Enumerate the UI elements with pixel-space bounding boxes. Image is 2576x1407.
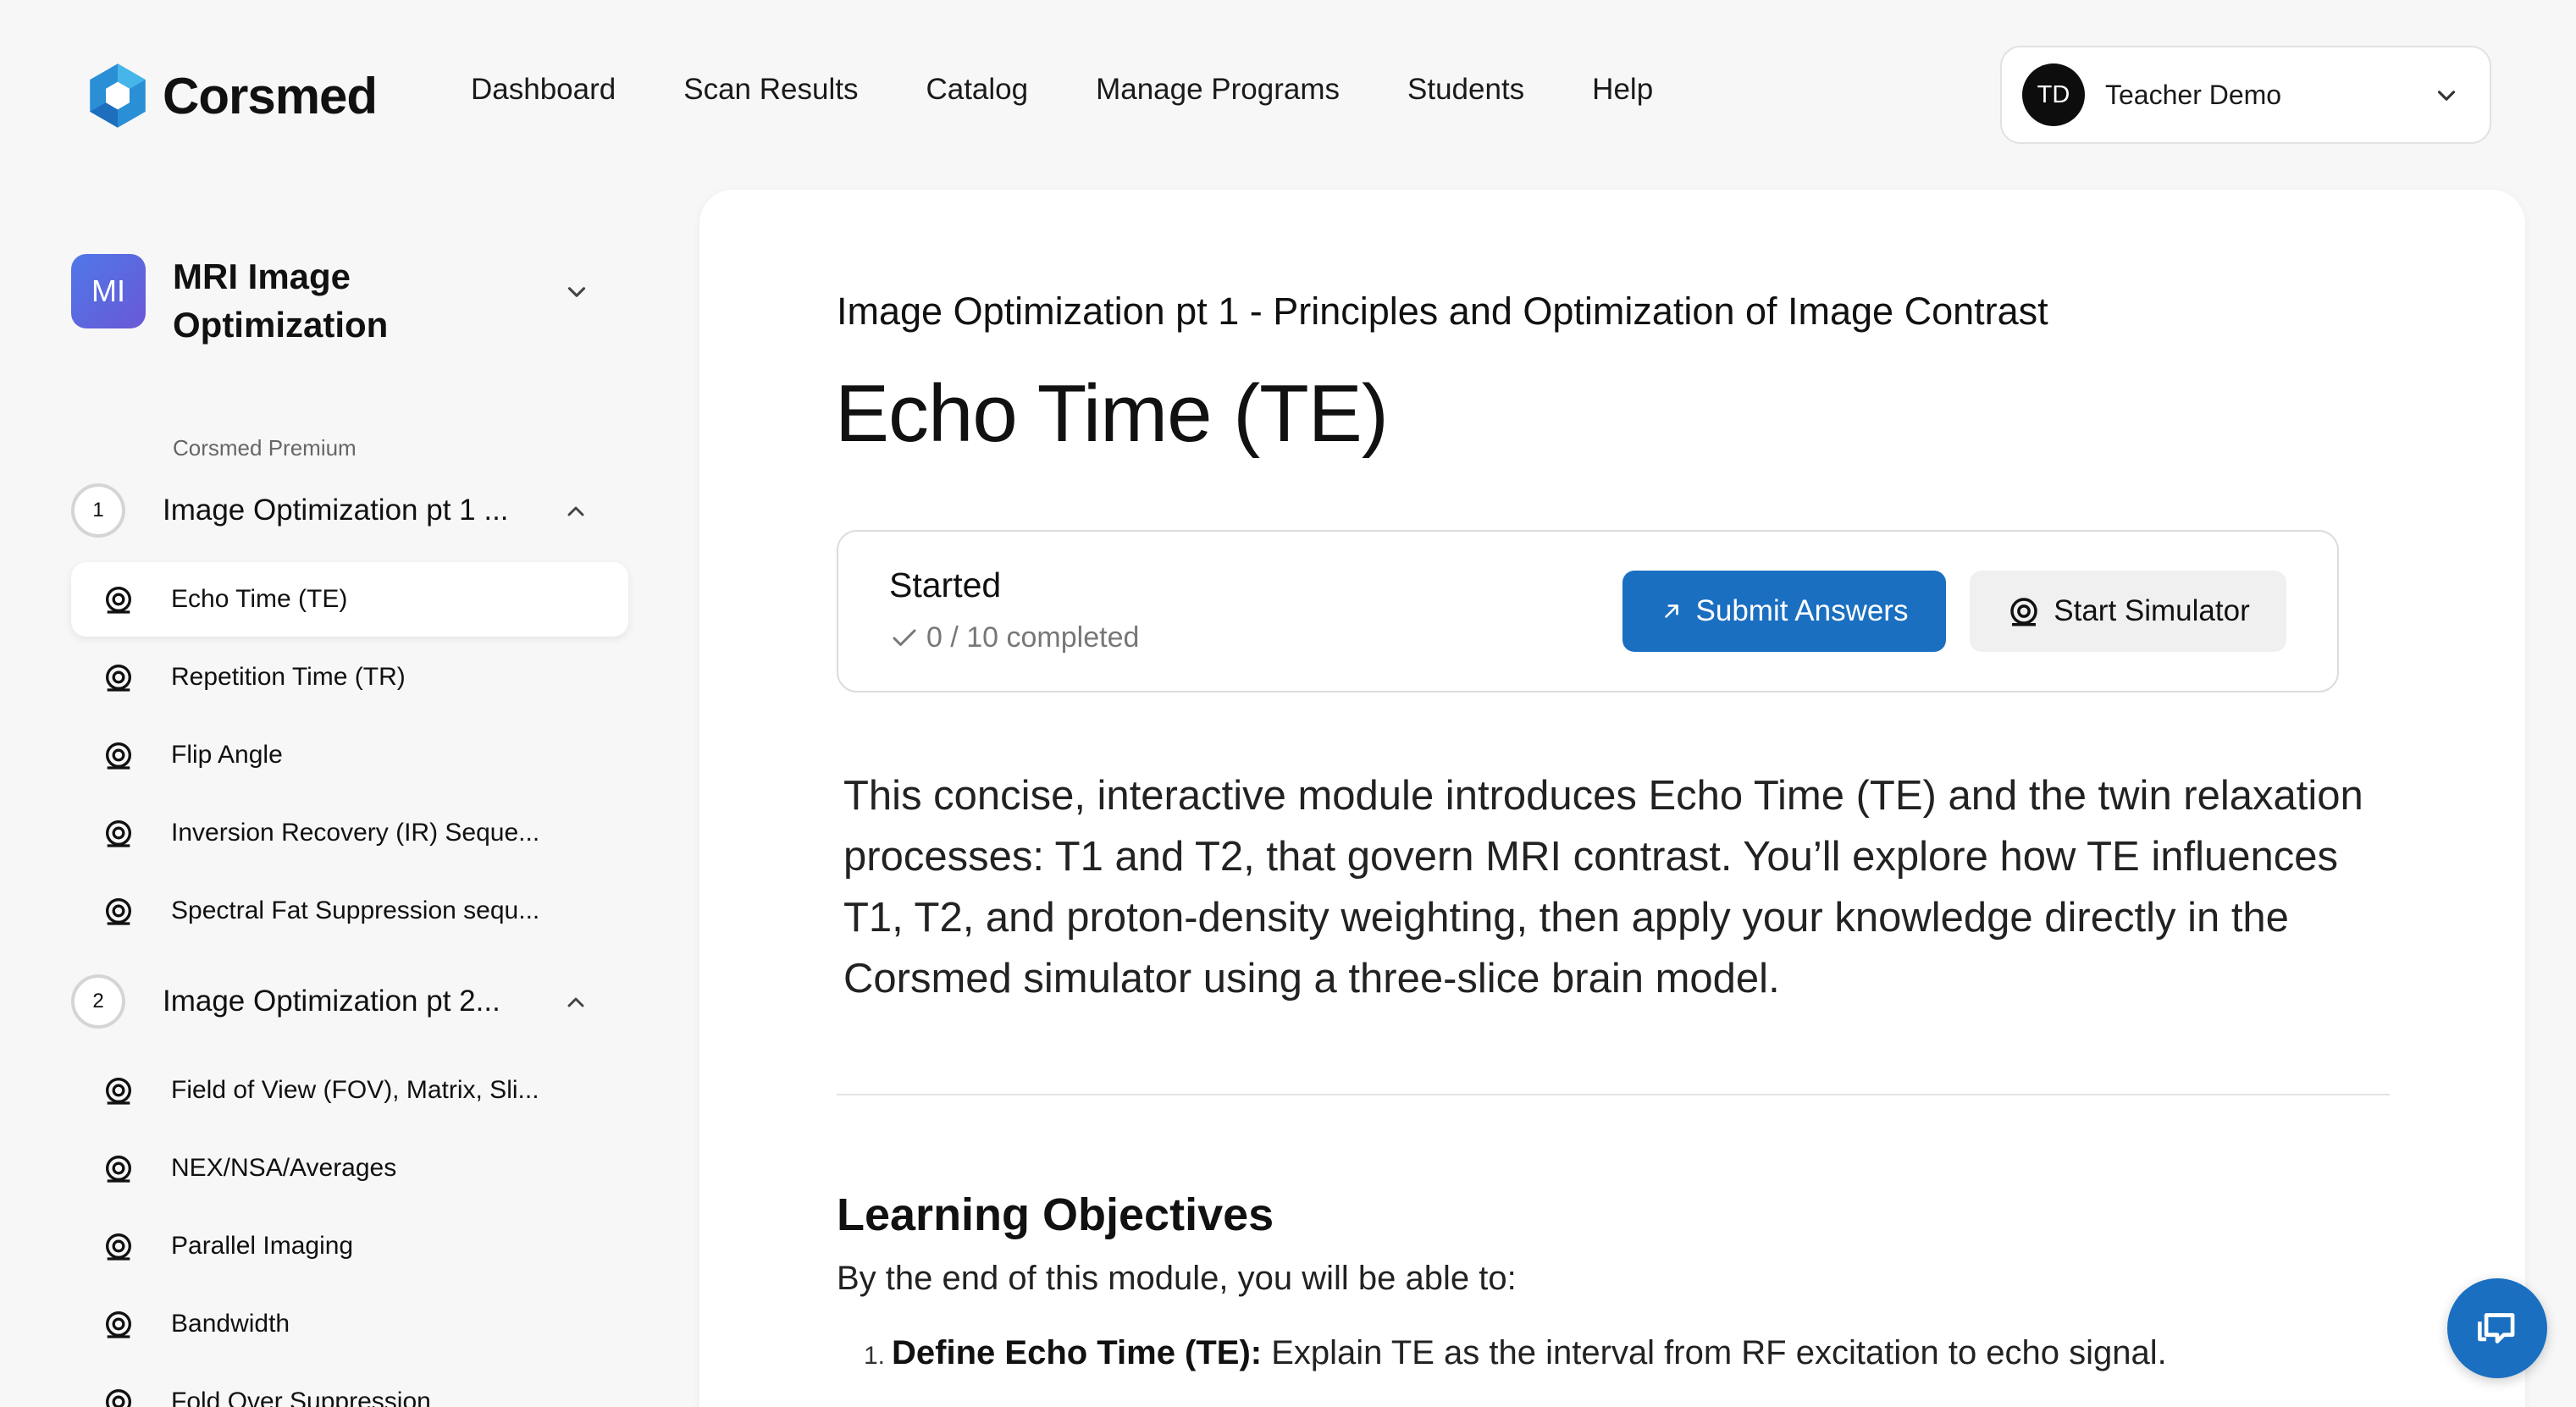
chevron-down-icon	[2437, 91, 2456, 101]
section-label: Image Optimization pt 1 ...	[163, 494, 509, 527]
program-subtitle: Corsmed Premium	[173, 435, 357, 461]
lesson-label: Spectral Fat Suppression sequ...	[171, 897, 540, 924]
program-badge: MI	[71, 254, 146, 328]
lesson-parallel-imaging[interactable]: Parallel Imaging	[71, 1209, 628, 1283]
submit-answers-button[interactable]: Submit Answers	[1622, 571, 1946, 652]
intro-paragraph: This concise, interactive module introdu…	[843, 773, 2363, 1001]
nav-help[interactable]: Help	[1592, 73, 1653, 107]
program-title: MRI Image Optimization	[173, 257, 389, 345]
objectives-heading: Learning Objectives	[837, 1189, 1274, 1240]
scanner-icon	[106, 742, 131, 770]
status-label: Started	[889, 566, 1002, 604]
scanner-icon	[106, 1311, 131, 1338]
top-navigation-bar: Corsmed Dashboard Scan Results Catalog M…	[0, 0, 2576, 186]
objective-text: Explain TE as the interval from RF excit…	[1262, 1334, 2167, 1371]
lesson-inversion-recovery[interactable]: Inversion Recovery (IR) Seque...	[71, 796, 628, 870]
scanner-icon	[106, 1078, 131, 1105]
nav-manage-programs[interactable]: Manage Programs	[1096, 73, 1340, 107]
lesson-repetition-time[interactable]: Repetition Time (TR)	[71, 640, 628, 715]
chevron-up-icon[interactable]	[562, 989, 589, 1016]
progress-text: 0 / 10 completed	[889, 621, 1139, 654]
scanner-icon	[106, 1389, 131, 1407]
avatar: TD	[2022, 63, 2085, 126]
section-label: Image Optimization pt 2...	[163, 985, 500, 1018]
lesson-label: Repetition Time (TR)	[171, 663, 406, 691]
chevron-up-icon[interactable]	[562, 498, 589, 525]
scanner-icon	[106, 1233, 131, 1261]
progress-count: 0 / 10 completed	[926, 621, 1140, 654]
nav-catalog[interactable]: Catalog	[926, 73, 1028, 107]
hexagon-logo-icon	[90, 63, 146, 128]
corsmed-logo[interactable]: Corsmed	[83, 61, 378, 130]
status-panel: Started 0 / 10 completed Submit Answers …	[837, 530, 2339, 692]
chevron-down-icon[interactable]	[562, 278, 591, 306]
objective-number: 1.	[864, 1342, 886, 1370]
course-sidebar: MI MRI Image Optimization Corsmed Premiu…	[0, 186, 677, 1407]
user-menu[interactable]: TD Teacher Demo	[2000, 46, 2491, 144]
lesson-label: Flip Angle	[171, 741, 283, 769]
page-title: Echo Time (TE)	[835, 368, 1389, 459]
scanner-icon	[106, 1156, 131, 1183]
logo-text: Corsmed	[163, 67, 378, 124]
start-simulator-label: Start Simulator	[2054, 594, 2250, 627]
scanner-icon	[106, 820, 131, 847]
user-name: Teacher Demo	[2105, 79, 2282, 110]
submit-answers-label: Submit Answers	[1695, 594, 1909, 627]
lesson-nex-nsa[interactable]: NEX/NSA/Averages	[71, 1131, 628, 1206]
breadcrumb: Image Optimization pt 1 - Principles and…	[837, 290, 2048, 333]
lesson-flip-angle[interactable]: Flip Angle	[71, 718, 628, 792]
nav-students[interactable]: Students	[1407, 73, 1524, 107]
lesson-label: Field of View (FOV), Matrix, Sli...	[171, 1076, 539, 1104]
section-2-header[interactable]: 2 Image Optimization pt 2...	[71, 972, 613, 1031]
lesson-label: NEX/NSA/Averages	[171, 1154, 397, 1182]
chat-support-button[interactable]	[2447, 1278, 2547, 1378]
objective-term: Define Echo Time (TE):	[892, 1334, 1263, 1371]
lesson-label: Fold Over Suppression	[171, 1388, 431, 1407]
section-number: 1	[71, 483, 125, 538]
main-nav: Dashboard Scan Results Catalog Manage Pr…	[471, 73, 1721, 107]
check-icon	[893, 629, 916, 646]
lesson-field-of-view[interactable]: Field of View (FOV), Matrix, Sli...	[71, 1053, 628, 1128]
lesson-bandwidth[interactable]: Bandwidth	[71, 1287, 628, 1361]
lesson-content: Image Optimization pt 1 - Principles and…	[699, 190, 2525, 1407]
lesson-spectral-fat-suppression[interactable]: Spectral Fat Suppression sequ...	[71, 874, 628, 948]
section-number: 2	[71, 974, 125, 1029]
lesson-fold-over-suppression[interactable]: Fold Over Suppression	[71, 1365, 628, 1407]
arrow-up-right-icon	[1664, 604, 1678, 618]
lesson-echo-time[interactable]: Echo Time (TE)	[71, 562, 628, 637]
nav-scan-results[interactable]: Scan Results	[683, 73, 858, 107]
scanner-icon	[106, 898, 131, 925]
section-1-header[interactable]: 1 Image Optimization pt 1 ...	[71, 481, 613, 540]
lesson-label: Parallel Imaging	[171, 1232, 354, 1260]
objectives-intro: By the end of this module, you will be a…	[837, 1260, 1517, 1297]
lesson-label: Echo Time (TE)	[171, 585, 348, 613]
scanner-icon	[106, 665, 131, 692]
nav-dashboard[interactable]: Dashboard	[471, 73, 616, 107]
scanner-icon	[2010, 598, 2038, 626]
start-simulator-button[interactable]: Start Simulator	[1970, 571, 2286, 652]
scanner-icon	[106, 587, 131, 614]
lesson-label: Inversion Recovery (IR) Seque...	[171, 819, 540, 847]
objective-item: 1. Define Echo Time (TE): Explain TE as t…	[864, 1334, 2167, 1372]
chat-icon	[2478, 1313, 2515, 1344]
lesson-label: Bandwidth	[171, 1310, 290, 1338]
divider	[837, 1094, 2390, 1095]
